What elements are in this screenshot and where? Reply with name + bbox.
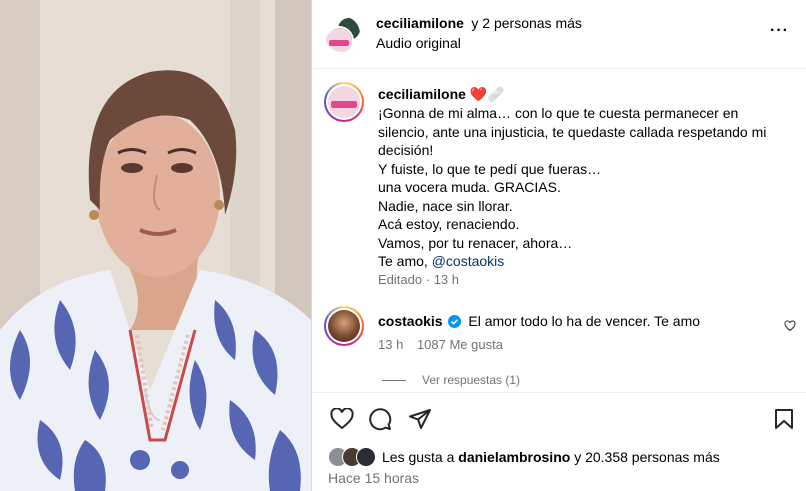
caption-text: ¡Gonna de mi alma… con lo que te cuesta … <box>378 104 788 271</box>
caption-line: Te amo, <box>378 253 432 269</box>
header-others[interactable]: y 2 personas más <box>471 15 582 31</box>
comment-avatar[interactable] <box>324 306 364 346</box>
like-comment-heart-icon[interactable] <box>784 319 796 337</box>
comment-text: El amor todo lo ha de vencer. Te amo <box>468 313 701 329</box>
post-actions-bar <box>312 392 806 393</box>
commenter-photo <box>328 310 360 342</box>
caption-line: Acá estoy, renaciendo. <box>378 216 520 232</box>
share-send-icon[interactable] <box>408 408 432 435</box>
brand-logo-icon <box>326 28 352 52</box>
comment-likes[interactable]: 1087 Me gusta <box>417 337 503 352</box>
verified-badge-icon <box>448 315 462 331</box>
owner-avatar <box>324 26 354 52</box>
more-options-icon[interactable]: ··· <box>770 22 789 40</box>
like-heart-icon[interactable] <box>330 407 354 435</box>
save-bookmark-icon[interactable] <box>774 408 794 435</box>
likes-summary: Les gusta a danielambrosino y 20.358 per… <box>382 449 720 465</box>
likes-suffix[interactable]: y 20.358 personas más <box>570 449 720 465</box>
comment-time[interactable]: 13 h <box>378 337 403 352</box>
caption-line: Vamos, por tu renacer, ahora… <box>378 234 573 251</box>
meta-separator: · <box>425 272 431 287</box>
comment-bubble-icon[interactable] <box>368 407 392 436</box>
liker-avatar <box>356 447 376 467</box>
caption-line: ¡Gonna de mi alma… con lo que te cuesta … <box>378 105 739 121</box>
replies-line <box>382 380 406 381</box>
video-frame-illustration <box>0 0 311 491</box>
header-username[interactable]: ceciliamilone <box>376 15 464 31</box>
caption-line: Nadie, nace sin llorar. <box>378 197 513 214</box>
post-side-panel: ceciliamilone y 2 personas más Audio ori… <box>312 0 806 491</box>
post-video[interactable] <box>0 0 311 491</box>
caption-last-line: Te amo, @costaokis <box>378 252 788 271</box>
caption-line: una vocera muda. GRACIAS. <box>378 179 561 195</box>
edited-label: Editado <box>378 272 423 287</box>
post-dialog: ceciliamilone y 2 personas más Audio ori… <box>0 0 806 491</box>
caption-avatar[interactable] <box>324 82 364 122</box>
likes-user[interactable]: danielambrosino <box>458 449 570 465</box>
likers-avatar-stack[interactable] <box>328 447 378 467</box>
likes-prefix: Les gusta a <box>382 449 459 465</box>
view-replies-button[interactable]: Ver respuestas (1) <box>422 373 520 387</box>
post-header: ceciliamilone y 2 personas más Audio ori… <box>312 0 806 69</box>
audio-label[interactable]: Audio original <box>376 35 461 51</box>
comment-meta: 13 h 1087 Me gusta <box>378 337 503 352</box>
caption-line: Y fuiste, lo que te pedí que fueras… <box>378 160 602 177</box>
post-timestamp[interactable]: Hace 15 horas <box>328 470 419 486</box>
mending-heart-icon: ❤️🩹 <box>469 86 505 102</box>
caption-username[interactable]: ceciliamilone <box>378 86 466 102</box>
collab-avatar-stack[interactable] <box>324 16 360 52</box>
comment-body: costaokis El amor todo lo ha de vencer. … <box>378 313 700 331</box>
caption-line: decisión! <box>378 142 434 158</box>
mention-link[interactable]: @costaokis <box>432 253 505 269</box>
caption-line: silencio, ante una injusticia, te quedas… <box>378 123 767 140</box>
caption-time[interactable]: 13 h <box>434 272 459 287</box>
brand-logo-icon <box>328 86 360 118</box>
caption-meta: Editado · 13 h <box>378 272 459 287</box>
comment-username[interactable]: costaokis <box>378 313 443 329</box>
